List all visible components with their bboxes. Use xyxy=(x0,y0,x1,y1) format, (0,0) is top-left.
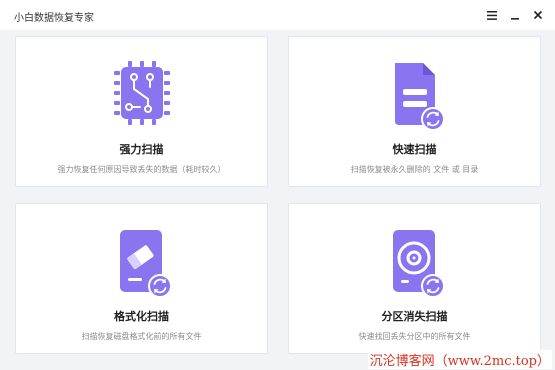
card-title: 快速扫描 xyxy=(392,143,437,156)
document-refresh-icon xyxy=(383,59,447,131)
minimize-icon[interactable] xyxy=(508,7,522,23)
close-icon[interactable] xyxy=(531,7,545,23)
partition-scan-card[interactable]: 分区消失扫描 快速找回丢失分区中的所有文件 xyxy=(288,203,541,354)
deep-scan-card[interactable]: 强力扫描 强力恢复任何原因导致丢失的数据（耗时较久） xyxy=(15,36,268,187)
format-scan-card[interactable]: 格式化扫描 扫描恢复磁盘格式化前的所有文件 xyxy=(15,203,268,354)
watermark: 沉沦博客网（www.2mc.top） xyxy=(367,350,552,369)
card-title: 格式化扫描 xyxy=(114,310,169,323)
window-controls xyxy=(485,7,545,23)
window-title: 小白数据恢复专家 xyxy=(14,13,94,24)
card-description: 扫描恢复被永久删除的 文件 或 目录 xyxy=(350,165,479,174)
card-title: 分区消失扫描 xyxy=(381,310,448,323)
card-description: 快速找回丢失分区中的所有文件 xyxy=(358,332,471,341)
card-description: 强力恢复任何原因导致丢失的数据（耗时较久） xyxy=(57,165,226,174)
title-bar: 小白数据恢复专家 xyxy=(0,0,555,30)
chip-circuit-icon xyxy=(110,59,174,131)
card-description: 扫描恢复磁盘格式化前的所有文件 xyxy=(81,332,202,341)
eraser-disk-icon xyxy=(110,226,174,298)
quick-scan-card[interactable]: 快速扫描 扫描恢复被永久删除的 文件 或 目录 xyxy=(288,36,541,187)
app-window: 小白数据恢复专家 强力扫描 强力恢复任何原因导致丢失的数据（耗时较久） 快速扫描… xyxy=(0,0,555,370)
hamburger-icon[interactable] xyxy=(485,7,499,23)
card-title: 强力扫描 xyxy=(119,143,164,156)
hard-disk-refresh-icon xyxy=(383,226,447,298)
